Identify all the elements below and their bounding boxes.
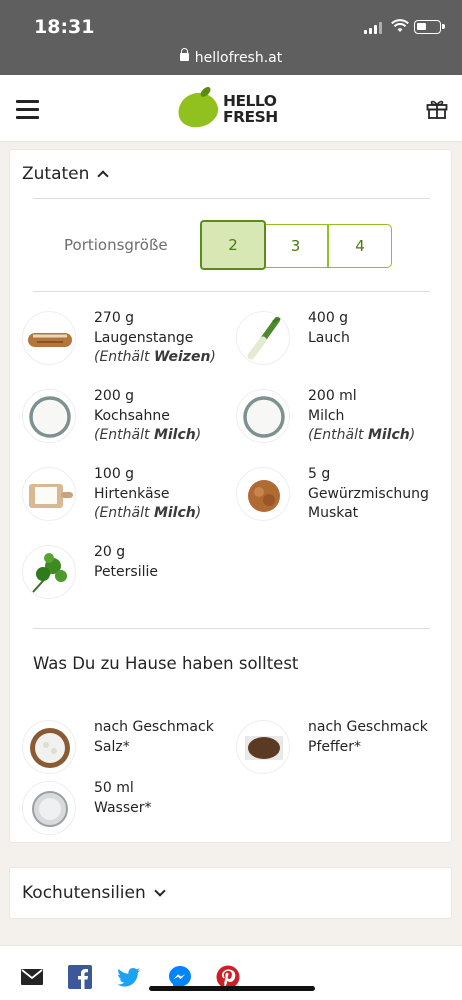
utensils-title: Kochutensilien bbox=[22, 883, 146, 903]
ingredient-image bbox=[236, 467, 290, 521]
ingredient-text: 20 g Petersilie bbox=[94, 544, 158, 580]
battery-icon bbox=[414, 20, 445, 34]
hellofresh-logo[interactable]: HELLO FRESH bbox=[174, 88, 288, 132]
ingredients-toggle[interactable]: Zutaten bbox=[22, 164, 110, 184]
ingredient-image bbox=[22, 781, 76, 835]
ingredient-text: 50 ml Wasser* bbox=[94, 780, 152, 816]
utensils-card: Kochutensilien bbox=[9, 867, 452, 919]
portion-option-4[interactable]: 4 bbox=[328, 224, 392, 268]
home-indicator bbox=[149, 986, 315, 991]
divider bbox=[33, 628, 430, 629]
utensils-toggle[interactable]: Kochutensilien bbox=[22, 883, 166, 903]
share-bar bbox=[0, 945, 462, 1000]
ingredient-item: 200 g Kochsahne (Enthält Milch) bbox=[22, 387, 232, 451]
ingredient-image bbox=[236, 311, 290, 365]
chevron-down-icon bbox=[154, 885, 166, 897]
ingredient-item: 270 g Laugenstange (Enthält Weizen) bbox=[22, 309, 232, 373]
pantry-title: Was Du zu Hause haben solltest bbox=[33, 654, 299, 673]
ingredient-image bbox=[22, 467, 76, 521]
ingredient-item: 100 g Hirtenkäse (Enthält Milch) bbox=[22, 465, 232, 529]
facebook-icon[interactable] bbox=[68, 965, 92, 989]
ingredient-item: 200 ml Milch (Enthält Milch) bbox=[236, 387, 446, 451]
ingredient-image bbox=[236, 389, 290, 443]
ingredient-text: 270 g Laugenstange (Enthält Weizen) bbox=[94, 310, 216, 365]
address-bar[interactable]: hellofresh.at bbox=[0, 48, 462, 66]
hamburger-icon[interactable] bbox=[16, 100, 39, 119]
ingredient-item: 400 g Lauch bbox=[236, 309, 446, 373]
ingredient-text: 200 ml Milch (Enthält Milch) bbox=[308, 388, 416, 443]
ingredient-image bbox=[22, 389, 76, 443]
wifi-icon bbox=[391, 19, 409, 32]
ingredients-title: Zutaten bbox=[22, 164, 90, 184]
ingredient-item: 5 g Gewürzmischung Muskat bbox=[236, 465, 446, 529]
portion-size-label: Portionsgröße bbox=[64, 236, 168, 254]
divider bbox=[33, 291, 430, 292]
ingredient-image bbox=[236, 720, 290, 774]
gift-icon[interactable] bbox=[426, 99, 448, 119]
portion-option-2[interactable]: 2 bbox=[200, 220, 266, 270]
mail-icon[interactable] bbox=[20, 965, 44, 989]
pantry-item: nach Geschmack Salz* bbox=[22, 718, 232, 782]
ingredient-text: nach Geschmack Salz* bbox=[94, 719, 214, 755]
ingredient-image bbox=[22, 545, 76, 599]
twitter-icon[interactable] bbox=[117, 965, 141, 989]
ingredient-image bbox=[22, 311, 76, 365]
ingredient-text: 400 g Lauch bbox=[308, 310, 350, 346]
chevron-up-icon bbox=[97, 170, 110, 182]
pantry-item: 50 ml Wasser* bbox=[22, 779, 232, 843]
url-text: hellofresh.at bbox=[194, 50, 283, 66]
pantry-item: nach Geschmack Pfeffer* bbox=[236, 718, 446, 782]
logo-text: HELLO FRESH bbox=[223, 92, 278, 126]
site-header: HELLO FRESH bbox=[0, 75, 462, 142]
ingredients-card: Zutaten Portionsgröße 2 3 4 270 g Laugen… bbox=[9, 149, 452, 843]
ingredient-text: 100 g Hirtenkäse (Enthält Milch) bbox=[94, 466, 202, 521]
divider bbox=[33, 198, 430, 199]
portion-option-3[interactable]: 3 bbox=[264, 224, 328, 268]
lock-icon bbox=[179, 48, 189, 61]
ingredient-text: nach Geschmack Pfeffer* bbox=[308, 719, 428, 755]
ingredient-item: 20 g Petersilie bbox=[22, 543, 232, 607]
ingredient-text: 5 g Gewürzmischung Muskat bbox=[308, 466, 429, 521]
signal-icon bbox=[364, 22, 384, 34]
ingredient-text: 200 g Kochsahne (Enthält Milch) bbox=[94, 388, 202, 443]
status-bar: 18:31 hellofresh.at bbox=[0, 0, 462, 75]
lime-icon bbox=[174, 88, 222, 132]
ingredient-image bbox=[22, 720, 76, 774]
status-time: 18:31 bbox=[34, 16, 95, 38]
